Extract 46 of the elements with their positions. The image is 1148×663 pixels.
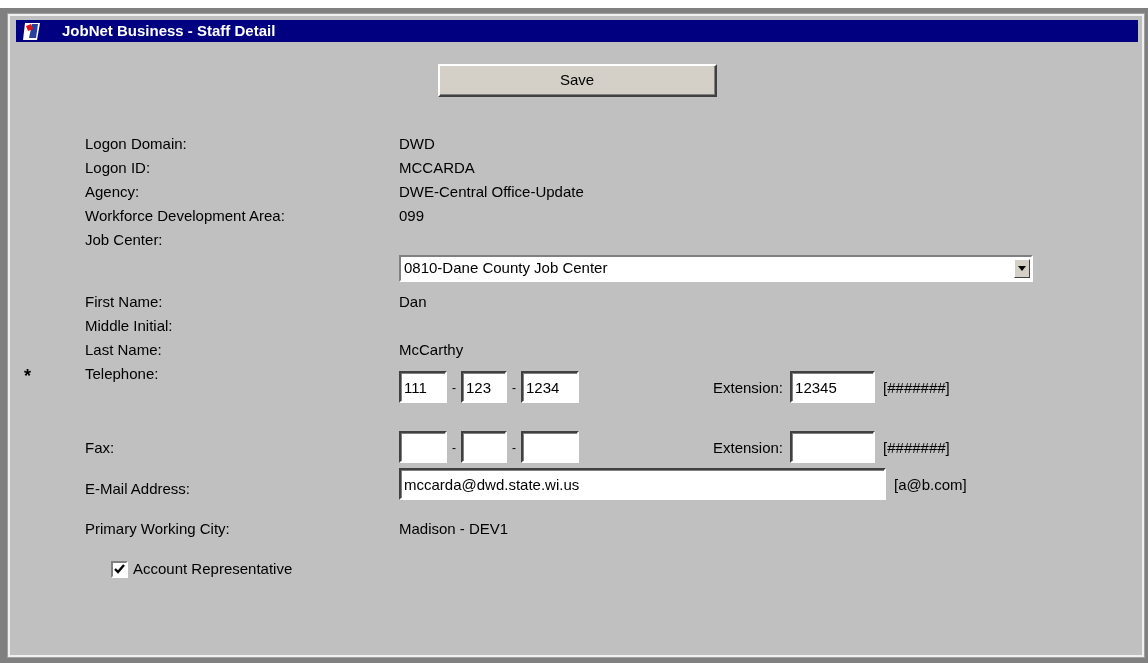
field-label: First Name:	[85, 293, 163, 310]
phone-input[interactable]	[521, 431, 579, 463]
format-hint: [#######]	[883, 438, 950, 458]
field-label: Primary Working City:	[85, 520, 230, 537]
extension-label: Extension:	[713, 438, 784, 458]
format-hint: [#######]	[883, 378, 950, 398]
field-value: 099	[399, 206, 425, 226]
checkbox-label: Account Representative	[133, 559, 293, 579]
field-label: Logon Domain:	[85, 135, 187, 152]
field-label: Agency:	[85, 183, 140, 200]
save-button[interactable]: Save	[437, 64, 717, 97]
phone-input[interactable]: 1234	[521, 371, 579, 403]
extension-input[interactable]	[790, 431, 876, 463]
email-input[interactable]: mccarda@dwd.state.wi.us	[399, 468, 886, 500]
app-logo-icon	[22, 21, 42, 41]
phone-input[interactable]: 123	[461, 371, 507, 403]
window-title: JobNet Business - Staff Detail	[62, 20, 276, 41]
dropdown-arrow-icon[interactable]	[1018, 266, 1026, 271]
phone-input[interactable]: 111	[399, 371, 447, 403]
phone-input[interactable]	[461, 431, 507, 463]
field-label: Middle Initial:	[85, 317, 173, 334]
phone-input[interactable]	[399, 431, 447, 463]
field-value: MCCARDA	[399, 158, 475, 178]
field-label: Telephone:	[85, 365, 159, 382]
field-value: DWD	[399, 134, 435, 154]
dropdown-value: 0810-Dane County Job Center	[404, 258, 608, 279]
field-label: Workforce Development Area:	[85, 207, 285, 224]
field-label: Job Center:	[85, 231, 163, 248]
field-value: Dan	[399, 292, 427, 312]
dropdown-field[interactable]: 0810-Dane County Job Center	[399, 255, 1033, 282]
separator-dash: -	[451, 380, 457, 397]
field-label: Last Name:	[85, 341, 162, 358]
field-label: Fax:	[85, 439, 115, 456]
separator-dash: -	[511, 380, 517, 397]
extension-input[interactable]: 12345	[790, 371, 876, 403]
field-value: DWE-Central Office-Update	[399, 182, 584, 202]
format-hint: [a@b.com]	[894, 475, 967, 495]
extension-label: Extension:	[713, 378, 784, 398]
field-label: Logon ID:	[85, 159, 151, 176]
checkbox[interactable]	[111, 560, 128, 578]
separator-dash: -	[451, 440, 457, 457]
required-marker: *	[24, 366, 31, 386]
field-value: McCarthy	[399, 340, 464, 360]
field-label: E-Mail Address:	[85, 480, 191, 497]
separator-dash: -	[511, 440, 517, 457]
field-value: Madison - DEV1	[399, 519, 509, 539]
